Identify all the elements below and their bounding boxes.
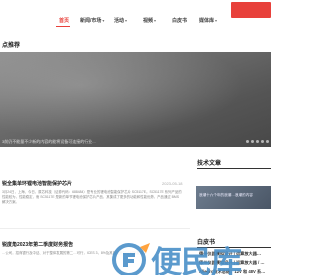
section-title: 点推荐 <box>2 43 21 49</box>
nav-item-whitepaper[interactable]: 白皮书 <box>172 17 187 24</box>
nav-item-events[interactable]: 活动▾ <box>114 17 127 24</box>
sidebar-tech-articles-title: 技术文章 <box>197 161 222 167</box>
hero-carousel[interactable]: 3前仍不能量不少新的内容的能将设备可连接的行业... <box>0 52 271 147</box>
top-navigation: 首页 新闻/市场▾ 活动▾ 视频▾ 白皮书 媒体库▾ <box>0 0 271 34</box>
nav-item-news[interactable]: 新闻/市场▾ <box>80 17 104 24</box>
carousel-dots <box>246 140 269 143</box>
nav-item-video-label: 视频 <box>143 18 154 24</box>
sidebar-rule <box>197 168 271 169</box>
hero-caption[interactable]: 3前仍不能量不少新的内容的能将设备可连接的行业... <box>2 139 96 145</box>
article-title[interactable]: 锐度角2023年第二季度财务报告 <box>2 241 73 248</box>
article-title[interactable]: 锐全集单环锂电池智能保护芯片 <box>2 180 72 187</box>
nav-item-events-label: 活动 <box>114 18 125 24</box>
nav-item-media-library[interactable]: 媒体库▾ <box>199 17 217 24</box>
article-date: 2023-05-18 <box>162 181 183 186</box>
carousel-dot[interactable] <box>261 140 264 143</box>
carousel-dot[interactable] <box>246 140 249 143</box>
sidebar-card-text: 浪潮十六个年的浪潮…浪潮的内容 <box>199 193 253 197</box>
watermark-logo: 便民库 <box>110 237 242 275</box>
nav-item-home[interactable]: 首页 <box>59 17 69 24</box>
carousel-dot[interactable] <box>256 140 259 143</box>
hero-image <box>0 52 271 147</box>
carousel-dot[interactable] <box>266 140 269 143</box>
chevron-down-icon: ▾ <box>125 18 128 23</box>
chevron-down-icon: ▾ <box>215 18 218 23</box>
nav-active-underline <box>56 26 70 27</box>
nav-item-media-library-label: 媒体库 <box>199 18 215 24</box>
article-excerpt: 3月24日，上海、今日，原芯科技（证券代码：688484）是专业的锂电池智能保护… <box>2 190 182 204</box>
sidebar-article-card[interactable]: 浪潮十六个年的浪潮…浪潮的内容 <box>196 186 271 209</box>
chevron-down-icon: ▾ <box>154 18 157 23</box>
header-red-button[interactable] <box>231 2 271 18</box>
carousel-dot[interactable] <box>251 140 254 143</box>
nav-item-news-label: 新闻/市场 <box>80 18 102 24</box>
divider <box>0 228 190 229</box>
watermark-text: 便民库 <box>151 245 242 275</box>
watermark-badge-icon <box>110 241 152 275</box>
nav-item-video[interactable]: 视频▾ <box>143 17 156 24</box>
chevron-down-icon: ▾ <box>102 18 105 23</box>
